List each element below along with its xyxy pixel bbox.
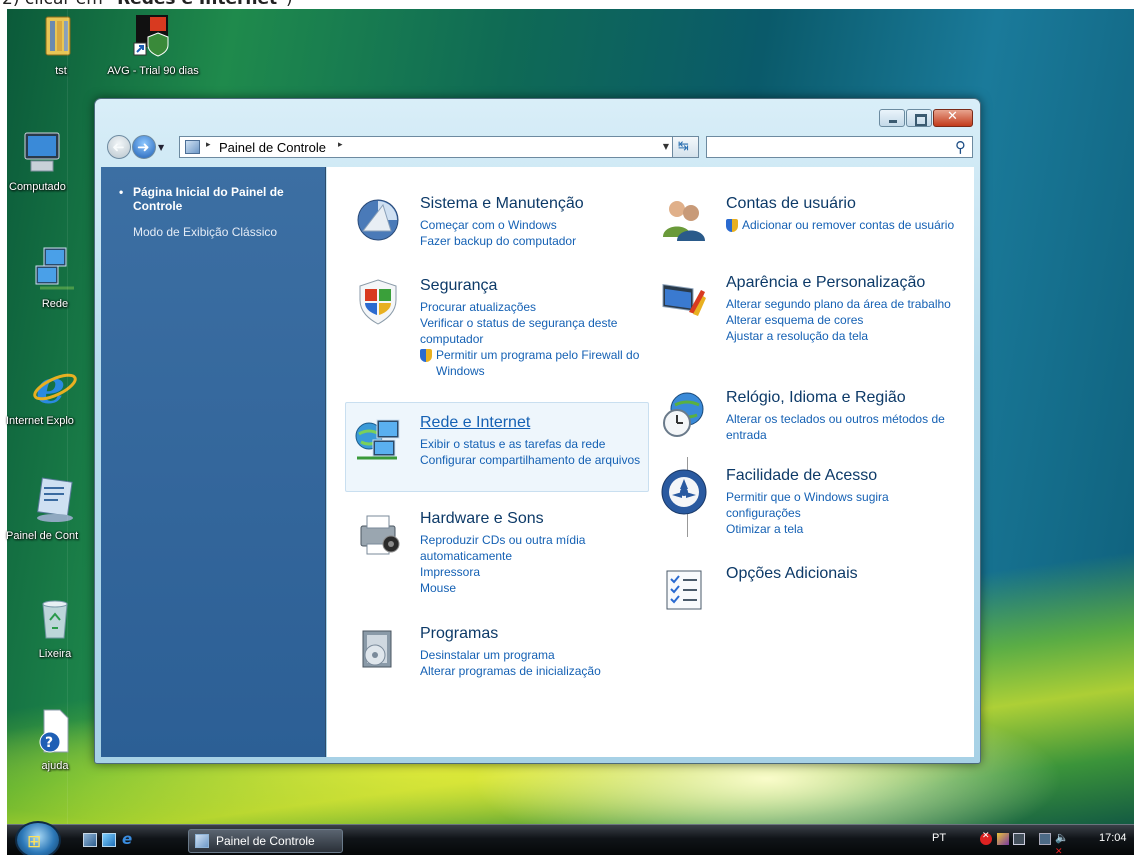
search-icon[interactable]: ⚲ — [955, 138, 966, 156]
avg-shortcut-icon — [128, 11, 178, 61]
avg-tray-icon[interactable] — [997, 833, 1009, 845]
desktop-icon-label: Computado — [9, 181, 66, 193]
task-link[interactable]: Impressora — [420, 564, 652, 580]
window-controls — [878, 109, 973, 127]
refresh-button[interactable]: ↹ — [672, 136, 699, 158]
control-panel-icon — [30, 476, 80, 526]
category-title[interactable]: Segurança — [420, 277, 497, 295]
security-shield-icon[interactable] — [353, 277, 403, 327]
category-title[interactable]: Sistema e Manutenção — [420, 195, 584, 213]
side-link-classic-view[interactable]: Modo de Exibição Clássico — [133, 225, 323, 239]
category-title[interactable]: Facilidade de Acesso — [726, 467, 877, 485]
task-link[interactable]: Exibir o status e as tarefas da rede — [420, 436, 652, 452]
windows-logo-icon: ⊞ — [27, 832, 42, 852]
printer-icon[interactable] — [353, 510, 403, 560]
task-link-shield[interactable]: Permitir um programa pelo Firewall do Wi… — [420, 347, 652, 379]
category-title[interactable]: Aparência e Personalização — [726, 274, 925, 292]
programs-icon[interactable] — [353, 625, 403, 675]
task-link[interactable]: Alterar esquema de cores — [726, 312, 958, 328]
start-button[interactable]: ⊞ — [15, 821, 61, 855]
task-link[interactable]: Alterar programas de inicialização — [420, 663, 652, 679]
switch-windows-icon[interactable] — [102, 833, 116, 847]
category-title[interactable]: Hardware e Sons — [420, 510, 544, 528]
clock-globe-icon[interactable] — [659, 389, 709, 439]
task-link[interactable]: Desinstalar um programa — [420, 647, 652, 663]
internet-explorer-quicklaunch-icon[interactable]: e — [122, 830, 136, 848]
system-maintenance-icon[interactable] — [353, 195, 403, 245]
back-button[interactable] — [107, 135, 131, 159]
category-view: Sistema e Manutenção Começar com o Windo… — [327, 167, 974, 757]
appearance-icon[interactable] — [659, 274, 709, 324]
category-title[interactable]: Programas — [420, 625, 498, 643]
forward-button[interactable] — [132, 135, 156, 159]
task-link[interactable]: Verificar o status de segurança deste co… — [420, 315, 652, 347]
network-icon — [30, 244, 80, 294]
users-icon[interactable] — [659, 195, 709, 245]
caption-bold: "Redes e Internet" — [108, 0, 286, 9]
refresh-icon: ↹ — [678, 139, 689, 154]
desktop-icon-label: AVG - Trial 90 dias — [107, 65, 199, 77]
category-title[interactable]: Relógio, Idioma e Região — [726, 389, 906, 407]
task-pane: Página Inicial do Painel de Controle Mod… — [101, 167, 326, 757]
task-link[interactable]: Começar com o Windows — [420, 217, 652, 233]
clock[interactable]: 17:04 — [1099, 832, 1127, 844]
side-link-home[interactable]: Página Inicial do Painel de Controle — [119, 185, 323, 213]
caption-suffix: ) — [286, 0, 293, 9]
task-link[interactable]: Ajustar a resolução da tela — [726, 328, 958, 344]
category-title[interactable]: Opções Adicionais — [726, 565, 858, 583]
ease-of-access-icon[interactable] — [659, 467, 709, 517]
network-status-icon[interactable] — [1039, 833, 1051, 845]
folder-icon — [36, 11, 86, 61]
breadcrumb-arrow-icon[interactable]: ▸ — [206, 140, 211, 150]
task-link[interactable]: Otimizar a tela — [726, 521, 958, 537]
task-link[interactable]: Mouse — [420, 580, 652, 596]
navigation-buttons: ▼ — [107, 135, 187, 159]
taskbar: ⊞ e Painel de Controle PT 🔈 17:04 — [7, 821, 1134, 855]
task-link-shield[interactable]: Adicionar ou remover contas de usuário — [726, 217, 958, 233]
document-shortcut-icon: ? — [30, 706, 80, 756]
search-input[interactable]: ⚲ — [706, 136, 973, 158]
maximize-button[interactable] — [906, 109, 932, 127]
task-link[interactable]: Permitir que o Windows sugira configuraç… — [726, 489, 958, 521]
internet-explorer-icon: e — [30, 360, 80, 414]
desktop-icon-computer[interactable]: Computado — [0, 127, 97, 193]
language-indicator[interactable]: PT — [932, 832, 946, 844]
category-title[interactable]: Rede e Internet — [420, 414, 530, 432]
network-icon[interactable] — [353, 414, 403, 464]
system-tray: 🔈 — [967, 831, 1097, 849]
caption-prefix: 2) clicar em — [2, 0, 108, 9]
control-panel-small-icon — [195, 834, 209, 848]
recycle-bin-icon — [30, 594, 80, 644]
taskbar-button-label: Painel de Controle — [216, 834, 315, 848]
screenshot-frame: 2) clicar em "Redes e Internet") tst AVG… — [0, 0, 1134, 855]
breadcrumb-control-panel[interactable]: Painel de Controle — [219, 140, 326, 155]
task-link[interactable]: Reproduzir CDs ou outra mídia automatica… — [420, 532, 652, 564]
task-link[interactable]: Alterar segundo plano da área de trabalh… — [726, 296, 958, 312]
device-icon[interactable] — [1013, 833, 1025, 845]
show-desktop-icon[interactable] — [83, 833, 97, 847]
control-panel-window[interactable]: ▼ ▸ Painel de Controle ▸ ▼ ↹ ⚲ Página In… — [94, 98, 981, 764]
svg-text:?: ? — [45, 735, 53, 751]
task-link[interactable]: Procurar atualizações — [420, 299, 652, 315]
address-bar[interactable]: ▸ Painel de Controle ▸ ▼ — [179, 136, 672, 158]
breadcrumb-arrow-icon[interactable]: ▸ — [338, 140, 343, 150]
task-link[interactable]: Configurar compartilhamento de arquivos — [420, 452, 652, 468]
checklist-icon[interactable] — [659, 565, 709, 615]
control-panel-small-icon — [185, 140, 200, 154]
minimize-button[interactable] — [879, 109, 905, 127]
task-link[interactable]: Alterar os teclados ou outros métodos de… — [726, 411, 958, 443]
task-link[interactable]: Fazer backup do computador — [420, 233, 652, 249]
close-button[interactable] — [933, 109, 973, 127]
computer-icon — [17, 127, 67, 177]
instruction-caption: 2) clicar em "Redes e Internet") — [0, 0, 1134, 9]
recent-pages-dropdown-icon[interactable]: ▼ — [158, 143, 164, 152]
address-dropdown-icon[interactable]: ▼ — [663, 142, 669, 151]
security-alert-icon[interactable] — [980, 831, 992, 845]
desktop-icon-avg[interactable]: AVG - Trial 90 dias — [98, 11, 208, 77]
volume-muted-icon[interactable]: 🔈 — [1055, 831, 1069, 844]
category-title[interactable]: Contas de usuário — [726, 195, 856, 213]
taskbar-button-control-panel[interactable]: Painel de Controle — [188, 829, 343, 853]
